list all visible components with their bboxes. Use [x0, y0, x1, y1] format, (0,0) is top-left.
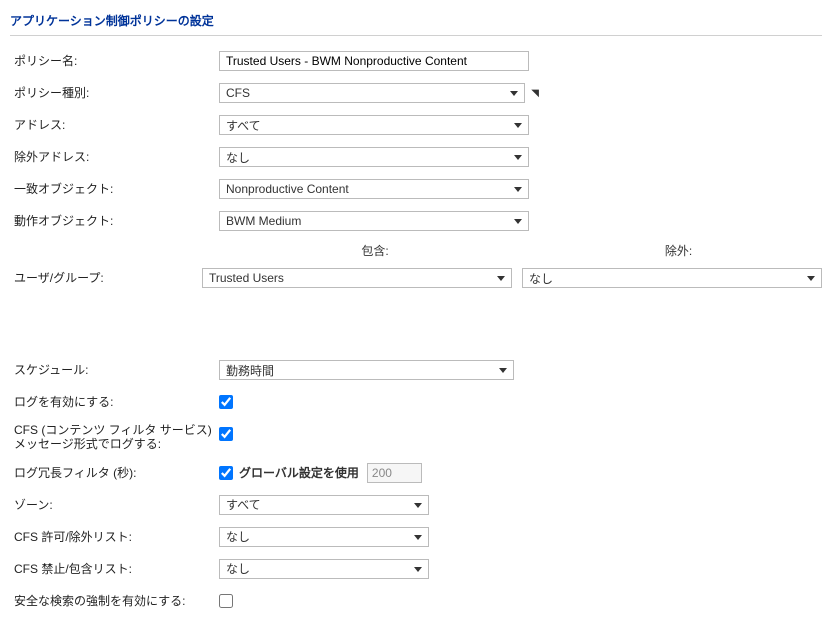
chevron-down-icon [414, 535, 422, 540]
match-object-select[interactable]: Nonproductive Content [219, 179, 529, 199]
zone-label: ゾーン: [10, 498, 219, 512]
chevron-down-icon [514, 123, 522, 128]
user-group-exclude-value: なし [529, 270, 553, 287]
policy-type-label: ポリシー種別: [10, 86, 219, 100]
cfs-msglog-checkbox[interactable] [219, 427, 233, 441]
chevron-down-icon [514, 155, 522, 160]
cfs-deny-select[interactable]: なし [219, 559, 429, 579]
chevron-down-icon [499, 368, 507, 373]
include-header: 包含: [215, 242, 535, 259]
schedule-label: スケジュール: [10, 363, 219, 377]
schedule-value: 勤務時間 [226, 362, 274, 379]
policy-name-input[interactable] [219, 51, 529, 71]
redundancy-value-input [367, 463, 422, 483]
chevron-down-icon [497, 276, 505, 281]
user-group-include-select[interactable]: Trusted Users [202, 268, 512, 288]
cfs-allow-value: なし [226, 528, 250, 545]
enable-log-checkbox[interactable] [219, 395, 233, 409]
redundancy-label: ログ冗長フィルタ (秒): [10, 466, 219, 480]
enable-log-label: ログを有効にする: [10, 395, 219, 409]
cfs-allow-label: CFS 許可/除外リスト: [10, 530, 219, 544]
policy-type-value: CFS [226, 86, 250, 100]
address-label: アドレス: [10, 118, 219, 132]
action-object-value: BWM Medium [226, 214, 301, 228]
extra-caret-icon: ◥ [531, 88, 539, 99]
chevron-down-icon [514, 187, 522, 192]
chevron-down-icon [510, 91, 518, 96]
match-object-label: 一致オブジェクト: [10, 182, 219, 196]
excl-address-label: 除外アドレス: [10, 150, 219, 164]
schedule-select[interactable]: 勤務時間 [219, 360, 514, 380]
chevron-down-icon [414, 567, 422, 572]
excl-address-select[interactable]: なし [219, 147, 529, 167]
redundancy-checkbox[interactable] [219, 466, 233, 480]
use-global-label: グローバル設定を使用 [239, 464, 359, 481]
excl-address-value: なし [226, 149, 250, 166]
user-group-exclude-select[interactable]: なし [522, 268, 822, 288]
policy-type-select[interactable]: CFS [219, 83, 525, 103]
cfs-allow-select[interactable]: なし [219, 527, 429, 547]
user-group-label: ユーザ/グループ: [10, 271, 202, 285]
chevron-down-icon [414, 503, 422, 508]
chevron-down-icon [807, 276, 815, 281]
action-object-label: 動作オブジェクト: [10, 214, 219, 228]
cfs-deny-label: CFS 禁止/包含リスト: [10, 562, 219, 576]
page-title: アプリケーション制御ポリシーの設定 [10, 8, 822, 36]
zone-value: すべて [226, 496, 261, 513]
zone-select[interactable]: すべて [219, 495, 429, 515]
user-group-include-value: Trusted Users [209, 271, 284, 285]
address-value: すべて [226, 117, 261, 134]
policy-name-label: ポリシー名: [10, 54, 219, 68]
cfs-msglog-label: CFS (コンテンツ フィルタ サービス) メッセージ形式でログする: [10, 423, 219, 452]
action-object-select[interactable]: BWM Medium [219, 211, 529, 231]
cfs-deny-value: なし [226, 560, 250, 577]
match-object-value: Nonproductive Content [226, 182, 349, 196]
address-select[interactable]: すべて [219, 115, 529, 135]
chevron-down-icon [514, 219, 522, 224]
exclude-header: 除外: [535, 242, 822, 259]
